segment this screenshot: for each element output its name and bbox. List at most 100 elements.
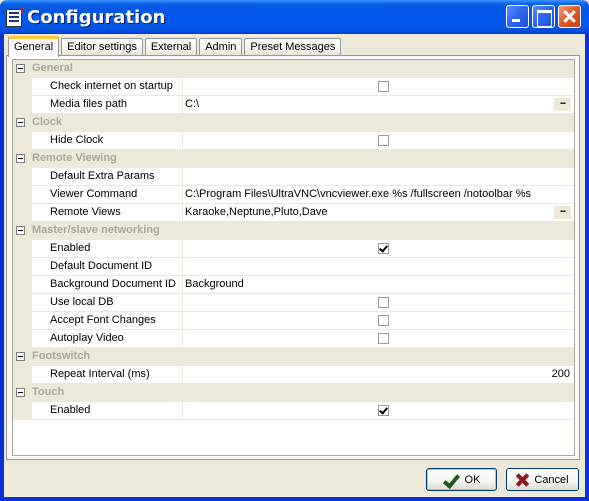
app-document-icon	[6, 8, 24, 27]
browse-ellipsis-button[interactable]: ...	[554, 205, 571, 219]
row-gutter	[13, 132, 32, 149]
property-name[interactable]: Background Document ID	[32, 276, 183, 293]
property-value[interactable]: Karaoke,Neptune,Pluto,Dave...	[183, 204, 574, 221]
checkbox-checked[interactable]	[378, 405, 389, 416]
property-value[interactable]	[183, 258, 574, 275]
property-name[interactable]: Default Extra Params	[32, 168, 183, 185]
close-button[interactable]	[558, 5, 581, 28]
category-label: Master/slave networking	[32, 224, 160, 236]
x-icon	[516, 473, 529, 486]
category-label: Remote Viewing	[32, 152, 117, 164]
checkbox-unchecked[interactable]	[378, 81, 389, 92]
tab-panel-general: General Check internet on startup Media fi…	[6, 55, 580, 460]
property-grid: General Check internet on startup Media fi…	[12, 59, 575, 456]
property-value[interactable]	[183, 78, 574, 95]
property-row-master-slave-networking-default-document-id: Default Document ID	[13, 258, 574, 276]
category-label: Clock	[32, 116, 62, 128]
property-value-text: C:\Program Files\UltraVNC\vncviewer.exe …	[185, 188, 532, 200]
property-row-remote-viewing-viewer-command: Viewer Command C:\Program Files\UltraVNC\…	[13, 186, 574, 204]
category-label: General	[32, 62, 73, 74]
tab-admin[interactable]: Admin	[199, 38, 243, 56]
category-touch[interactable]: Touch	[13, 384, 574, 402]
cancel-button[interactable]: Cancel	[506, 468, 579, 491]
property-name[interactable]: Default Document ID	[32, 258, 183, 275]
property-value[interactable]	[183, 294, 574, 311]
property-value[interactable]: Background	[183, 276, 574, 293]
property-name[interactable]: Accept Font Changes	[32, 312, 183, 329]
category-master-slave-networking[interactable]: Master/slave networking	[13, 222, 574, 240]
property-name[interactable]: Remote Views	[32, 204, 183, 221]
row-gutter	[13, 276, 32, 293]
row-gutter	[13, 168, 32, 185]
row-gutter	[13, 312, 32, 329]
browse-ellipsis-button[interactable]: ...	[554, 97, 571, 111]
property-name[interactable]: Check internet on startup	[32, 78, 183, 95]
property-row-touch-enabled: Enabled	[13, 402, 574, 420]
row-gutter	[13, 96, 32, 113]
property-row-master-slave-networking-use-local-db: Use local DB	[13, 294, 574, 312]
minimize-button[interactable]	[506, 5, 529, 28]
checkbox-unchecked[interactable]	[378, 333, 389, 344]
property-row-master-slave-networking-enabled: Enabled	[13, 240, 574, 258]
property-value[interactable]	[183, 312, 574, 329]
checkbox-unchecked[interactable]	[378, 297, 389, 308]
property-value[interactable]: C:\Program Files\UltraVNC\vncviewer.exe …	[183, 186, 574, 203]
property-value-text: C:\	[185, 98, 200, 110]
maximize-button[interactable]	[532, 5, 555, 28]
dialog-client-area: General Editor settings External Admin Prese…	[4, 34, 585, 497]
tab-editor-settings[interactable]: Editor settings	[61, 38, 143, 56]
property-name[interactable]: Enabled	[32, 240, 183, 257]
property-value[interactable]	[183, 240, 574, 257]
property-name[interactable]: Autoplay Video	[32, 330, 183, 347]
collapse-icon[interactable]	[16, 226, 25, 235]
collapse-icon[interactable]	[16, 388, 25, 397]
category-general[interactable]: General	[13, 60, 574, 78]
property-row-general-check-internet-on-startup: Check internet on startup	[13, 78, 574, 96]
property-value[interactable]	[183, 402, 574, 419]
collapse-icon[interactable]	[16, 64, 25, 73]
row-gutter	[13, 402, 32, 419]
property-row-clock-hide-clock: Hide Clock	[13, 132, 574, 150]
collapse-icon[interactable]	[16, 118, 25, 127]
category-clock[interactable]: Clock	[13, 114, 574, 132]
checkbox-checked[interactable]	[378, 243, 389, 254]
row-gutter	[13, 204, 32, 221]
row-gutter	[13, 258, 32, 275]
ok-button-label: OK	[464, 473, 481, 486]
property-value[interactable]: C:\...	[183, 96, 574, 113]
checkbox-unchecked[interactable]	[378, 315, 389, 326]
category-footswitch[interactable]: Footswitch	[13, 348, 574, 366]
property-name[interactable]: Enabled	[32, 402, 183, 419]
checkbox-unchecked[interactable]	[378, 135, 389, 146]
collapse-icon[interactable]	[16, 352, 25, 361]
property-value[interactable]: 200	[183, 366, 574, 383]
ok-button[interactable]: OK	[426, 468, 497, 491]
row-gutter	[13, 366, 32, 383]
tab-general[interactable]: General	[8, 36, 60, 57]
property-name[interactable]: Use local DB	[32, 294, 183, 311]
property-value-text: Karaoke,Neptune,Pluto,Dave	[185, 206, 328, 218]
property-name[interactable]: Viewer Command	[32, 186, 183, 203]
property-row-remote-viewing-default-extra-params: Default Extra Params	[13, 168, 574, 186]
property-value-text: Background	[185, 278, 244, 290]
row-gutter	[13, 240, 32, 257]
property-row-footswitch-repeat-interval-ms: Repeat Interval (ms) 200	[13, 366, 574, 384]
property-row-general-media-files-path: Media files path C:\...	[13, 96, 574, 114]
checkmark-icon	[443, 473, 459, 487]
tab-preset-messages[interactable]: Preset Messages	[244, 38, 342, 56]
collapse-icon[interactable]	[16, 154, 25, 163]
property-value[interactable]	[183, 168, 574, 185]
tab-strip: General Editor settings External Admin Prese…	[8, 35, 343, 57]
property-name[interactable]: Repeat Interval (ms)	[32, 366, 183, 383]
category-remote-viewing[interactable]: Remote Viewing	[13, 150, 574, 168]
title-bar[interactable]: Configuration	[0, 0, 589, 34]
row-gutter	[13, 78, 32, 95]
property-name[interactable]: Hide Clock	[32, 132, 183, 149]
category-label: Footswitch	[32, 350, 91, 362]
property-row-master-slave-networking-autoplay-video: Autoplay Video	[13, 330, 574, 348]
property-value[interactable]	[183, 330, 574, 347]
property-value[interactable]	[183, 132, 574, 149]
tab-external[interactable]: External	[144, 38, 198, 56]
property-name[interactable]: Media files path	[32, 96, 183, 113]
window-title: Configuration	[27, 7, 166, 28]
